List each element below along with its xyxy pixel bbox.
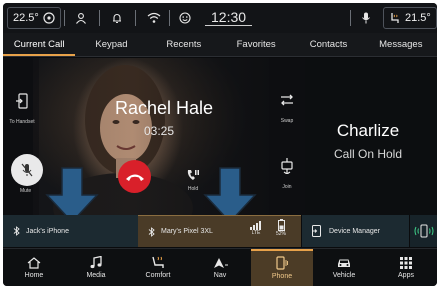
phone-hold-icon <box>187 170 199 180</box>
device-manager-label: Device Manager <box>329 227 380 235</box>
device-bar: Jack's iPhone Mary's Pixel 3XL LTE 52% D… <box>3 215 437 247</box>
nav-apps[interactable]: Apps <box>375 249 437 286</box>
bluetooth-icon <box>13 226 20 236</box>
nav-media[interactable]: Media <box>65 249 127 286</box>
phone-icon <box>276 255 288 270</box>
swap-label: Swap <box>280 118 294 124</box>
clock-text: 12:30 <box>205 10 253 26</box>
mute-label: Mute <box>20 188 32 194</box>
tab-messages[interactable]: Messages <box>365 33 437 56</box>
nav-label: Comfort <box>145 272 171 279</box>
device-jacks-iphone[interactable]: Jack's iPhone <box>3 215 138 247</box>
merge-calls-icon <box>281 158 293 174</box>
held-call-status: Call On Hold <box>333 147 403 161</box>
battery-percent: 52% <box>276 231 287 237</box>
nav-label: Nav <box>213 271 227 279</box>
cabin-temp-box[interactable]: 21.5° <box>383 7 437 29</box>
signal-bars-icon <box>250 221 261 230</box>
nav-label: Media <box>86 272 106 279</box>
device-marys-pixel[interactable]: Mary's Pixel 3XL LTE 52% <box>138 215 301 247</box>
nav-home[interactable]: Home <box>3 249 65 286</box>
swap-arrows-icon <box>281 94 293 106</box>
nav-navigation[interactable]: Nav <box>189 249 251 286</box>
wireless-phone-icon <box>414 224 433 238</box>
tab-recents[interactable]: Recents <box>148 33 220 56</box>
active-caller-name: Rachel Hale <box>115 98 214 118</box>
signal-strength: LTE <box>250 220 262 236</box>
tab-label: Keypad <box>95 39 128 50</box>
device-name: Mary's Pixel 3XL <box>161 228 213 235</box>
tab-current-call[interactable]: Current Call <box>3 33 76 56</box>
notification-bell-icon[interactable] <box>111 3 123 33</box>
phone-tabs: Current Call Keypad Recents Favorites Co… <box>3 33 437 57</box>
nav-label: Home <box>24 271 44 279</box>
outside-temp: 22.5° <box>13 12 39 24</box>
seat-icon <box>152 256 164 268</box>
clock: 12:30 <box>205 3 253 33</box>
to-handset-label: To Handset <box>9 119 35 125</box>
cabin-temp: 21.5° <box>405 12 431 24</box>
held-caller-name: Charlize <box>336 121 400 140</box>
device-name: Jack's iPhone <box>26 227 69 235</box>
voice-command-icon[interactable] <box>361 3 371 33</box>
navigation-arrow-icon <box>214 257 228 268</box>
end-call-button[interactable] <box>118 160 151 193</box>
nav-comfort[interactable]: Comfort <box>127 249 189 286</box>
battery-icon <box>277 219 285 231</box>
hold-label: Hold <box>187 186 199 192</box>
tab-keypad[interactable]: Keypad <box>75 33 147 56</box>
driver-profile-icon <box>179 3 191 33</box>
music-note-icon <box>90 256 102 269</box>
wireless-charging-button[interactable] <box>409 215 437 247</box>
tab-label: Messages <box>379 39 423 50</box>
join-label: Join <box>282 184 292 190</box>
nav-label: Vehicle <box>332 271 356 279</box>
bottom-nav: Home Media Comfort Nav Phone Vehicle App… <box>3 248 437 286</box>
heated-seat-icon <box>391 13 399 23</box>
tab-contacts[interactable]: Contacts <box>292 33 364 56</box>
hang-up-icon <box>125 174 144 181</box>
battery-level: 52% <box>276 219 286 237</box>
nav-phone[interactable]: Phone <box>251 249 313 286</box>
to-handset-button[interactable]: To Handset <box>7 93 37 125</box>
seat-heat-icon <box>43 12 55 24</box>
home-icon <box>27 256 41 269</box>
device-manager-button[interactable]: Device Manager <box>301 215 409 247</box>
user-profile-icon[interactable] <box>75 3 87 33</box>
car-icon <box>338 259 350 267</box>
join-button[interactable]: Join <box>271 158 303 190</box>
network-type: LTE <box>251 230 261 236</box>
swap-button[interactable]: Swap <box>271 94 303 124</box>
tab-label: Contacts <box>309 39 348 50</box>
tab-favorites[interactable]: Favorites <box>220 33 292 56</box>
mic-off-icon <box>21 163 33 177</box>
nav-vehicle[interactable]: Vehicle <box>313 249 375 286</box>
tab-label: Current Call <box>13 39 65 50</box>
head-unit-screen: 22.5° 12:30 21.5° Current Call Keypad Re… <box>3 3 437 286</box>
tab-label: Favorites <box>236 39 276 50</box>
device-manager-icon <box>312 225 321 237</box>
hold-button[interactable]: Hold <box>181 168 205 192</box>
nav-label: Apps <box>398 271 414 279</box>
call-duration: 03:25 <box>144 124 175 138</box>
outside-temp-box[interactable]: 22.5° <box>7 7 61 29</box>
wifi-icon <box>147 3 161 33</box>
right-control-rail <box>269 58 305 215</box>
handset-transfer-icon <box>16 93 28 109</box>
tab-label: Recents <box>166 39 202 50</box>
mute-button[interactable] <box>11 154 43 186</box>
bluetooth-icon <box>148 226 155 237</box>
status-bar: 22.5° 12:30 21.5° <box>3 3 437 33</box>
nav-label: Phone <box>271 272 293 280</box>
apps-grid-icon <box>400 256 412 269</box>
